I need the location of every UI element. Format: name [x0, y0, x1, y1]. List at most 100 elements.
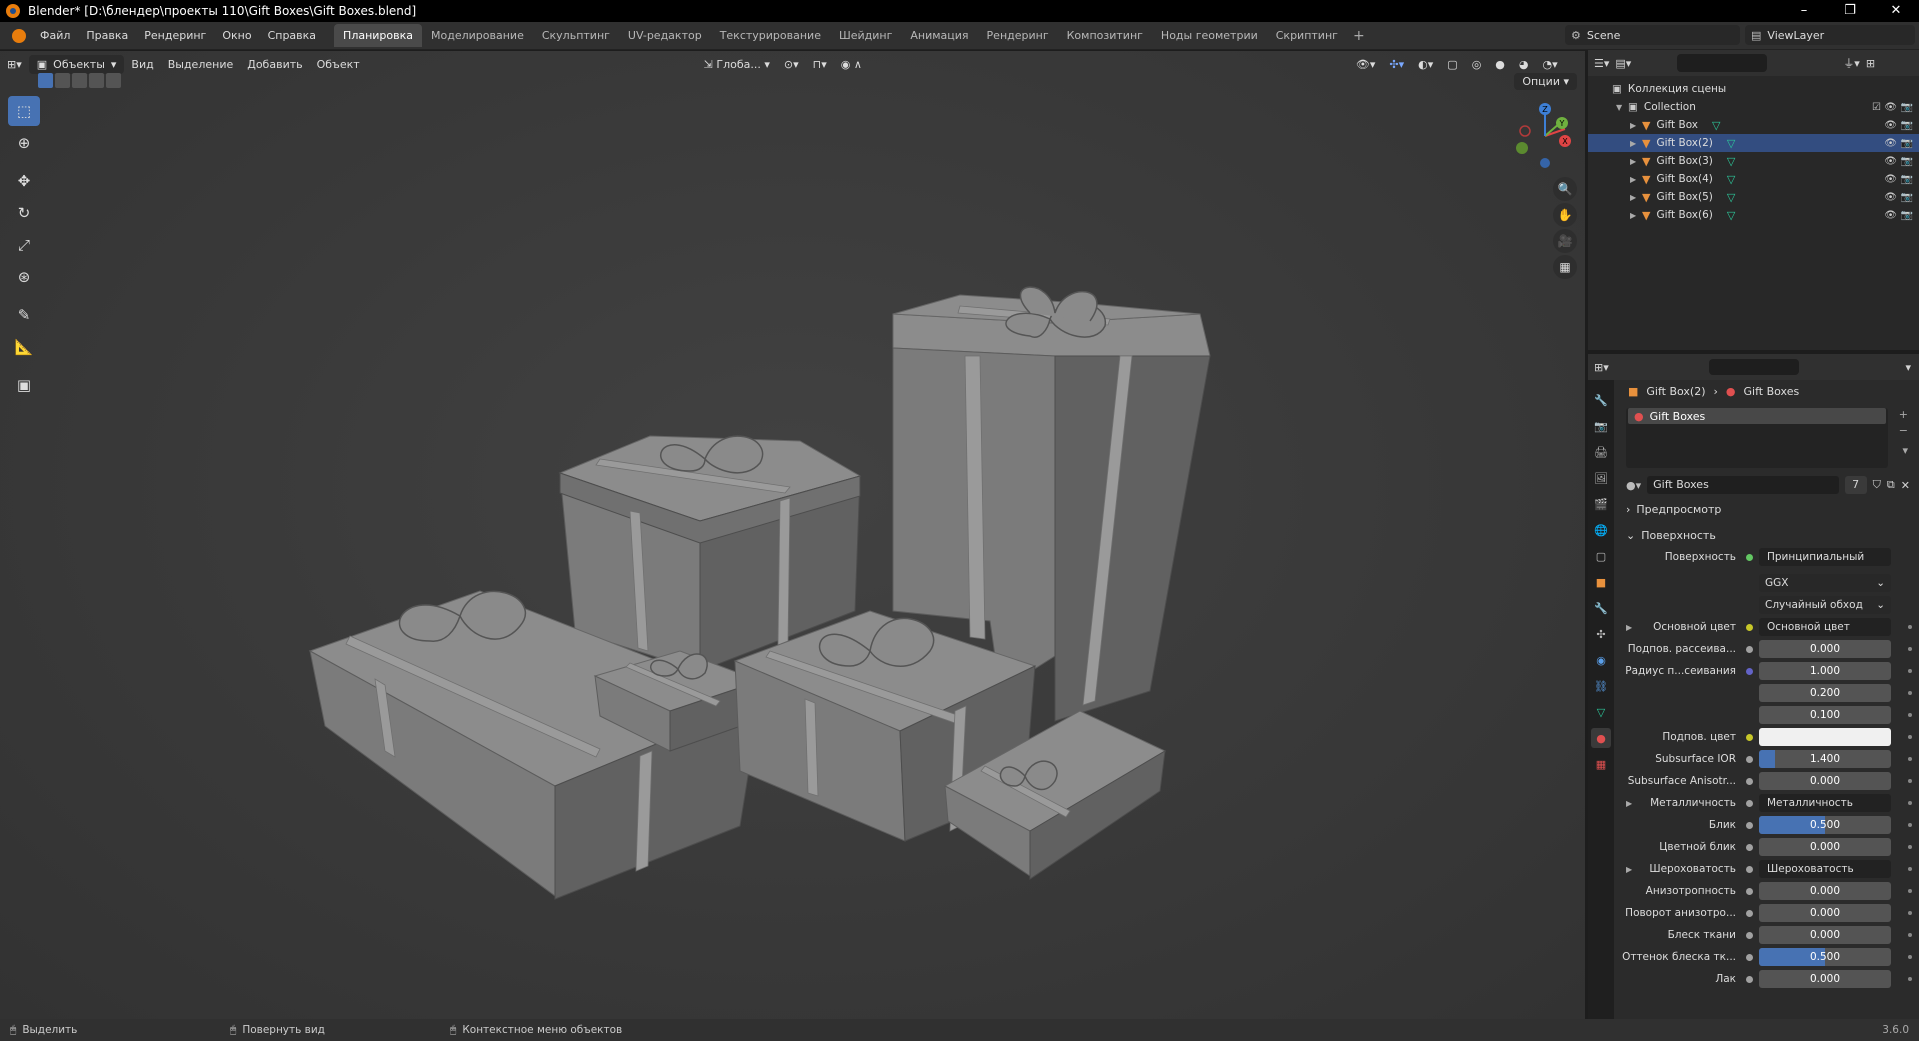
mesh-data-icon[interactable]: ▽	[1727, 155, 1735, 168]
filter-icon[interactable]: ⏚▾	[1843, 55, 1860, 71]
preview-section[interactable]: › Предпросмотр	[1618, 498, 1918, 520]
collection-row[interactable]: ▼ ▣ Collection ☑ 👁 📷	[1588, 98, 1919, 116]
property-value-slider[interactable]: 0.000	[1759, 882, 1891, 900]
constraints-tab-icon[interactable]: ⛓	[1591, 676, 1611, 696]
property-value-slider[interactable]: 0.000	[1759, 926, 1891, 944]
keyframe-dot-icon[interactable]	[1908, 911, 1912, 915]
mesh-data-icon[interactable]: ▽	[1727, 191, 1735, 204]
tab-uv-editing[interactable]: UV-редактор	[619, 24, 711, 47]
property-value-slider[interactable]: 0.000	[1759, 970, 1891, 988]
property-value-slider[interactable]: 0.500	[1759, 948, 1891, 966]
surface-shader-field[interactable]: Принципиальный BSDF	[1759, 548, 1891, 566]
property-value-slider[interactable]: 0.000	[1759, 904, 1891, 922]
keyframe-dot-icon[interactable]	[1908, 669, 1912, 673]
expand-icon[interactable]: ▶	[1626, 865, 1632, 874]
property-link-field[interactable]: Основной цвет	[1759, 618, 1891, 636]
subsurface-method-dropdown[interactable]: Случайный обход ⌄	[1759, 596, 1891, 614]
surface-section[interactable]: ⌄ Поверхность	[1618, 524, 1918, 546]
mesh-data-icon[interactable]: ▽	[1727, 137, 1735, 150]
keyframe-dot-icon[interactable]	[1908, 647, 1912, 651]
eye-icon[interactable]: 👁	[1884, 156, 1897, 167]
new-collection-icon[interactable]: ⊞	[1866, 57, 1875, 70]
eye-icon[interactable]: 👁	[1884, 210, 1897, 221]
expand-icon[interactable]: ▶	[1630, 121, 1642, 130]
keyframe-dot-icon[interactable]	[1908, 801, 1912, 805]
outliner-item-gift-box-2[interactable]: ▶ ▼ Gift Box(2) ▽ 👁 📷	[1588, 134, 1919, 152]
tab-shading[interactable]: Шейдинг	[830, 24, 901, 47]
scene-tab-icon[interactable]: 🎬	[1591, 494, 1611, 514]
property-value-slider[interactable]: 1.400	[1759, 750, 1891, 768]
world-tab-icon[interactable]: 🌐	[1591, 520, 1611, 540]
camera-icon[interactable]: 📷	[1901, 210, 1913, 221]
keyframe-dot-icon[interactable]	[1908, 933, 1912, 937]
keyframe-dot-icon[interactable]	[1908, 977, 1912, 981]
tool-tab-icon[interactable]: 🔧	[1591, 390, 1611, 410]
particles-tab-icon[interactable]: ✣	[1591, 624, 1611, 644]
data-tab-icon[interactable]: ▽	[1591, 702, 1611, 722]
expand-icon[interactable]: ▶	[1630, 157, 1642, 166]
add-workspace-button[interactable]: +	[1347, 28, 1371, 44]
keyframe-dot-icon[interactable]	[1908, 735, 1912, 739]
keyframe-dot-icon[interactable]	[1908, 867, 1912, 871]
render-tab-icon[interactable]: 📷	[1591, 416, 1611, 436]
eye-icon[interactable]: 👁	[1884, 120, 1897, 131]
outliner-editor-icon[interactable]: ☰▾	[1594, 57, 1609, 70]
camera-icon[interactable]: 📷	[1901, 120, 1913, 131]
material-browse-icon[interactable]: ●▾	[1626, 479, 1641, 492]
display-mode-icon[interactable]: ▤▾	[1615, 57, 1631, 70]
property-value-slider[interactable]: 1.000	[1759, 662, 1891, 680]
keyframe-dot-icon[interactable]	[1908, 889, 1912, 893]
tab-geometry-nodes[interactable]: Ноды геометрии	[1152, 24, 1267, 47]
keyframe-dot-icon[interactable]	[1908, 955, 1912, 959]
property-value-slider[interactable]: 0.000	[1759, 838, 1891, 856]
color-swatch[interactable]	[1759, 728, 1891, 746]
view-layer-selector[interactable]: ▤ ViewLayer	[1745, 25, 1915, 45]
checkbox-icon[interactable]: ☑	[1872, 102, 1881, 113]
blender-menu-icon[interactable]	[12, 28, 26, 43]
property-value-slider[interactable]: 0.000	[1759, 772, 1891, 790]
menu-edit[interactable]: Правка	[78, 29, 136, 42]
menu-file[interactable]: Файл	[32, 29, 78, 42]
object-tab-icon[interactable]: ■	[1591, 572, 1611, 592]
material-name-field[interactable]: Gift Boxes	[1647, 476, 1839, 494]
keyframe-dot-icon[interactable]	[1908, 823, 1912, 827]
property-value-slider[interactable]: 0.500	[1759, 816, 1891, 834]
outliner-item-gift-box-4[interactable]: ▶ ▼ Gift Box(4) ▽ 👁 📷	[1588, 170, 1919, 188]
camera-icon[interactable]: 📷	[1901, 174, 1913, 185]
camera-icon[interactable]: 📷	[1901, 138, 1913, 149]
eye-icon[interactable]: 👁	[1884, 192, 1897, 203]
property-value-slider[interactable]: 0.100	[1759, 706, 1891, 724]
keyframe-dot-icon[interactable]	[1908, 713, 1912, 717]
expand-icon[interactable]: ▶	[1630, 139, 1642, 148]
properties-editor-icon[interactable]: ⊞▾	[1594, 361, 1609, 374]
material-slot-list[interactable]: ● Gift Boxes + − ▾	[1626, 408, 1908, 468]
mesh-data-icon[interactable]: ▽	[1712, 119, 1720, 132]
unlink-icon[interactable]: ✕	[1901, 479, 1910, 492]
eye-icon[interactable]: 👁	[1884, 102, 1897, 113]
mesh-data-icon[interactable]: ▽	[1727, 209, 1735, 222]
eye-icon[interactable]: 👁	[1884, 174, 1897, 185]
tab-modeling[interactable]: Моделирование	[422, 24, 533, 47]
material-slot[interactable]: ● Gift Boxes	[1628, 408, 1886, 424]
property-value-slider[interactable]: 0.200	[1759, 684, 1891, 702]
outliner-search-input[interactable]	[1677, 54, 1768, 72]
material-users-count[interactable]: 7	[1844, 476, 1867, 494]
camera-icon[interactable]: 📷	[1901, 156, 1913, 167]
tab-compositing[interactable]: Композитинг	[1058, 24, 1152, 47]
expand-icon[interactable]: ▶	[1626, 623, 1632, 632]
keyframe-dot-icon[interactable]	[1908, 757, 1912, 761]
outliner-item-gift-box-5[interactable]: ▶ ▼ Gift Box(5) ▽ 👁 📷	[1588, 188, 1919, 206]
collection-tab-icon[interactable]: ▢	[1591, 546, 1611, 566]
property-link-field[interactable]: Металличность	[1759, 794, 1891, 812]
tab-texture-paint[interactable]: Текстурирование	[711, 24, 830, 47]
eye-icon[interactable]: 👁	[1884, 138, 1897, 149]
add-slot-icon[interactable]: +	[1899, 408, 1908, 421]
physics-tab-icon[interactable]: ◉	[1591, 650, 1611, 670]
expand-icon[interactable]: ▶	[1630, 175, 1642, 184]
outliner-item-gift-box[interactable]: ▶ ▼ Gift Box ▽ 👁 📷	[1588, 116, 1919, 134]
property-link-field[interactable]: Шероховатость	[1759, 860, 1891, 878]
expand-icon[interactable]: ▼	[1616, 103, 1628, 112]
duplicate-icon[interactable]: ⧉	[1887, 478, 1895, 492]
menu-help[interactable]: Справка	[260, 29, 324, 42]
texture-tab-icon[interactable]: ▦	[1591, 754, 1611, 774]
